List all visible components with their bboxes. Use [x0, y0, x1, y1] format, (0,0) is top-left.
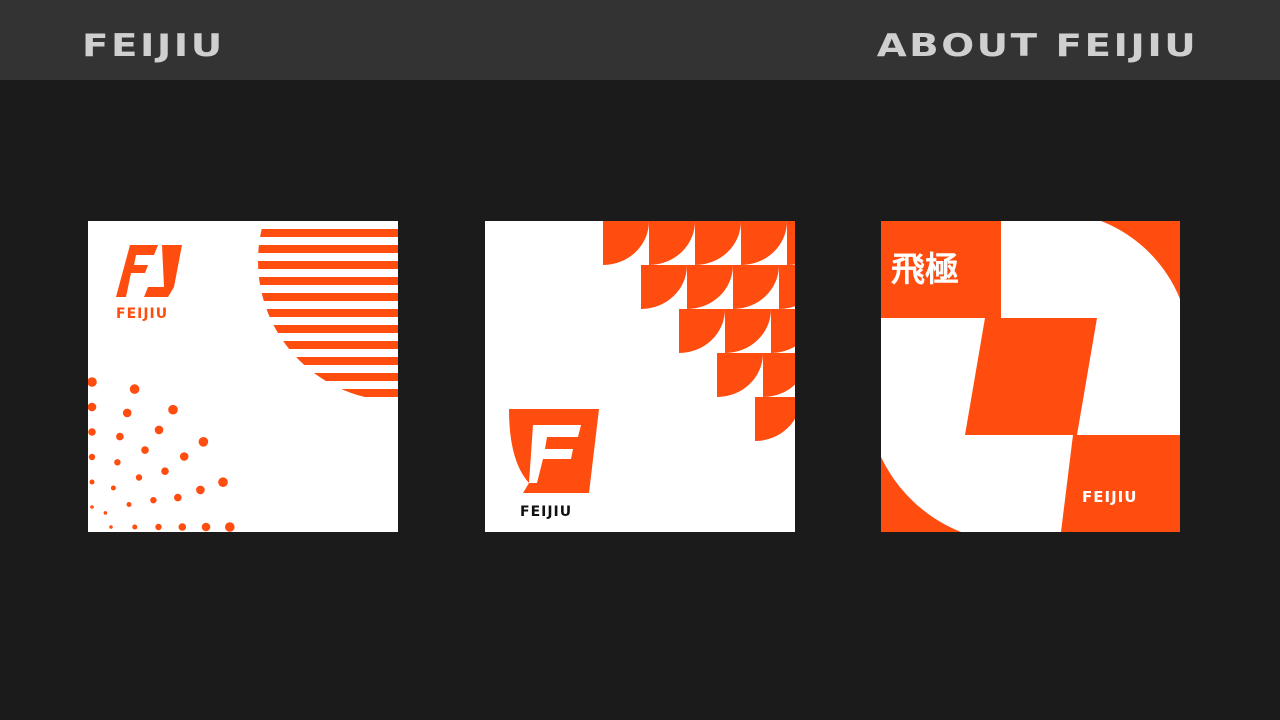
dot: [154, 425, 164, 435]
dot: [114, 459, 121, 466]
card2-logo-text: FEIJIU: [520, 504, 572, 520]
dot: [198, 437, 209, 447]
dot: [110, 485, 116, 491]
dot: [90, 505, 94, 509]
dot: [116, 432, 124, 441]
dot: [132, 524, 138, 530]
dot: [126, 502, 132, 507]
dot: [225, 522, 235, 532]
dot: [103, 511, 108, 515]
dot: [129, 384, 140, 394]
about-title: ABOUT FEIJIU: [876, 28, 1198, 64]
dot: [88, 453, 96, 461]
dot: [135, 474, 143, 481]
dot: [141, 446, 149, 454]
scale-tile: [771, 309, 795, 353]
chinese-title: 飛極: [891, 250, 959, 290]
design-card-stripes-dots: FEIJIU: [88, 221, 398, 532]
design-card-checker: 飛極 FEIJIU: [881, 221, 1180, 532]
brand-title: FEIJIU: [82, 28, 225, 64]
dot: [150, 497, 157, 504]
dot: [196, 485, 205, 495]
dot: [174, 493, 182, 502]
bottom-right-block: [1061, 435, 1180, 532]
dot: [178, 523, 187, 531]
card3-logo-text: FEIJIU: [1082, 488, 1137, 506]
dot: [88, 428, 96, 436]
card2-artwork: FEIJIU: [485, 221, 795, 532]
design-card-scales: FEIJIU: [485, 221, 795, 532]
dot: [218, 477, 228, 488]
scale-tile: [787, 221, 795, 265]
dot: [89, 479, 95, 485]
dot: [88, 402, 97, 412]
scale-tile: [779, 265, 795, 309]
dot: [201, 522, 211, 532]
dot: [161, 467, 169, 475]
dot: [179, 452, 189, 461]
card1-logo-text: FEIJIU: [116, 306, 168, 322]
card1-artwork: FEIJIU: [88, 221, 398, 532]
dot: [122, 408, 132, 418]
dot: [168, 404, 178, 415]
dot: [155, 523, 162, 531]
dot: [109, 525, 113, 529]
card3-artwork: 飛極 FEIJIU: [881, 221, 1180, 532]
center-parallelogram: [965, 318, 1097, 435]
top-bar: FEIJIU ABOUT FEIJIU: [0, 0, 1280, 80]
